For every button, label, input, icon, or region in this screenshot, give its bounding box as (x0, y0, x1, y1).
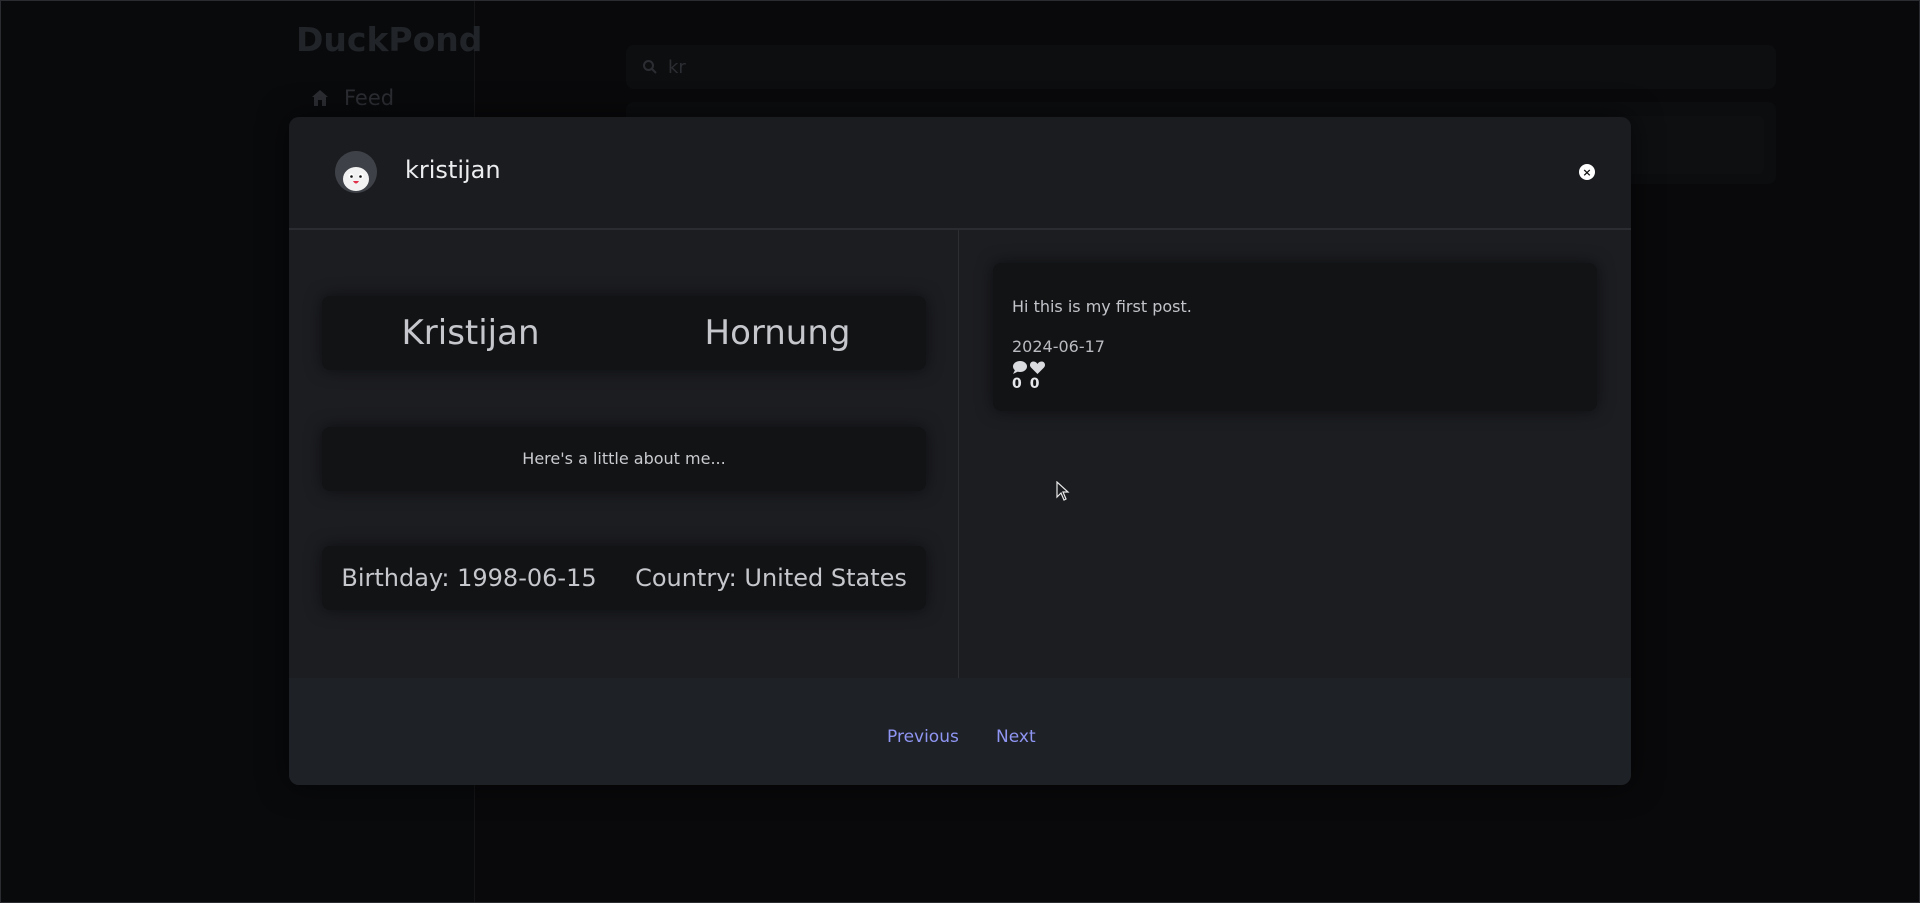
window-frame (0, 0, 1920, 903)
